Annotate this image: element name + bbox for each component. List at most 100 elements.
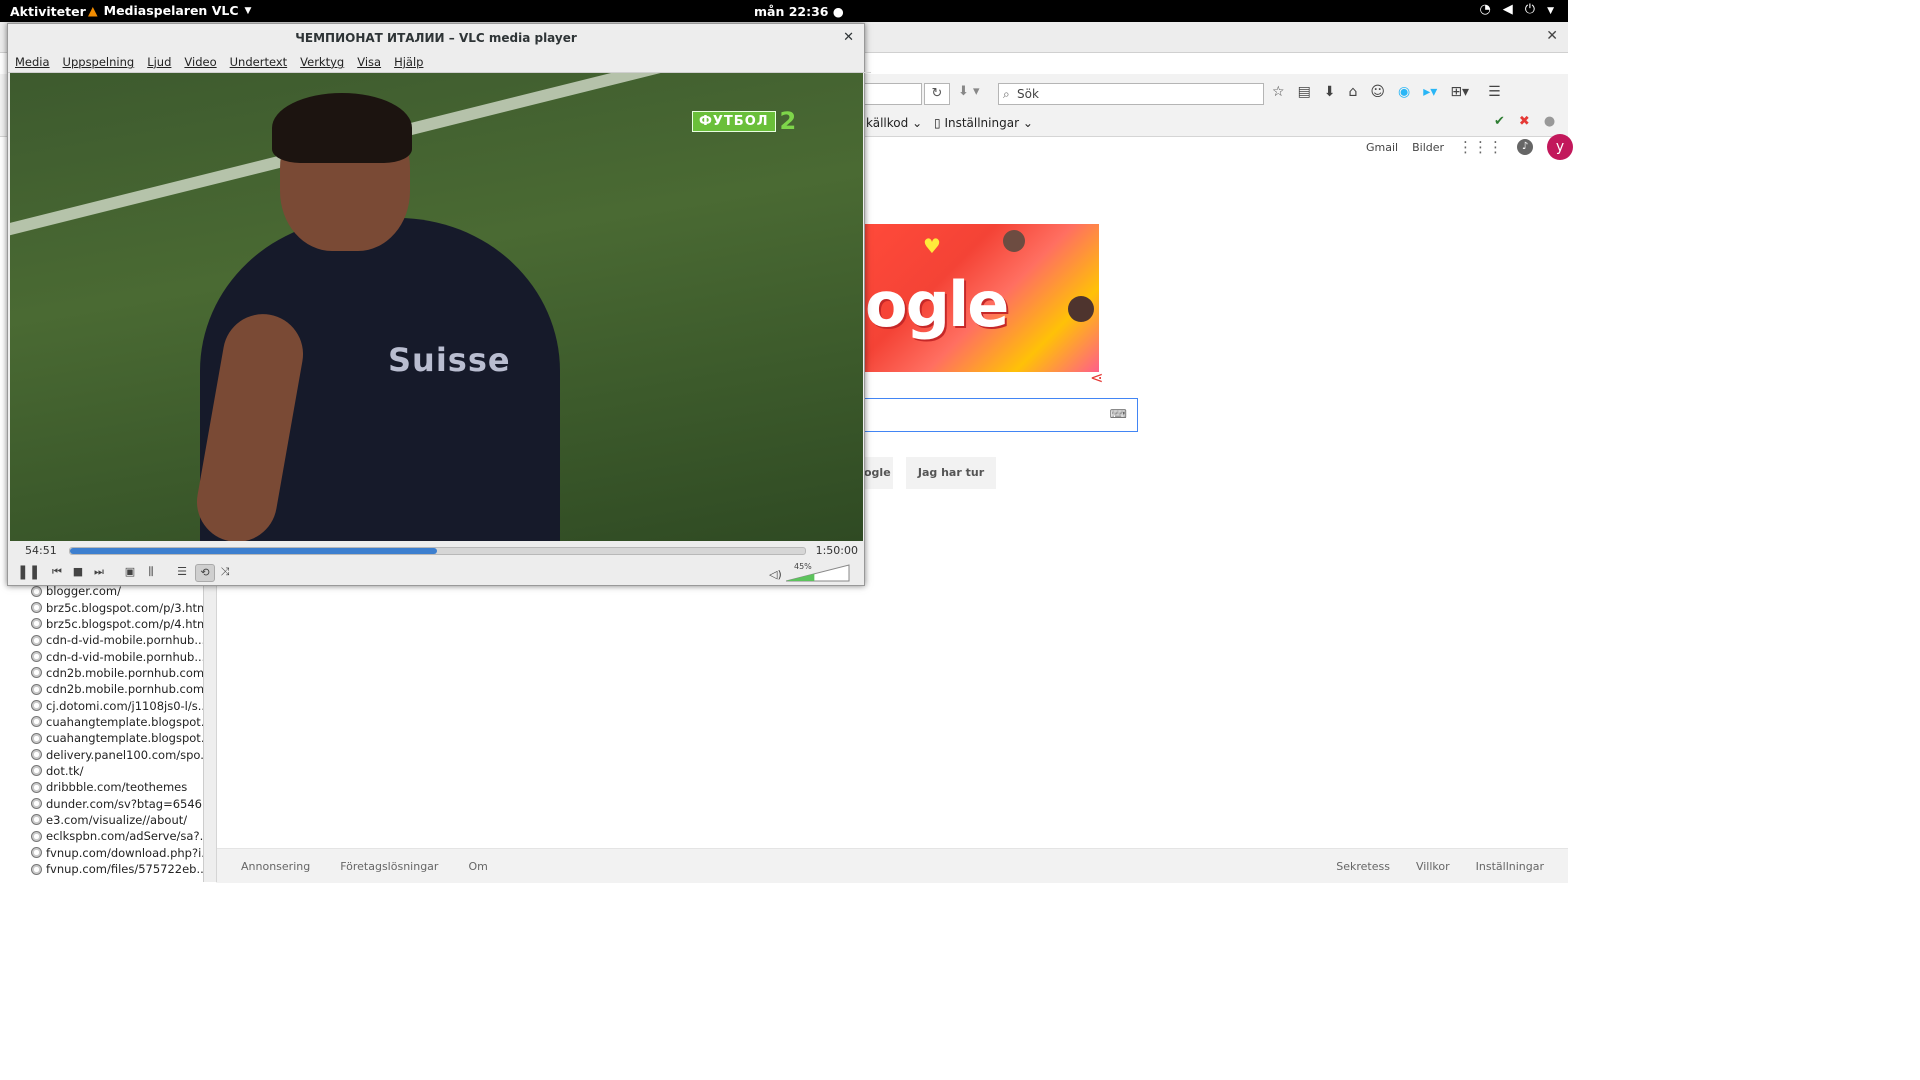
menu-subtitle[interactable]: Undertext: [230, 52, 288, 72]
history-item[interactable]: eclkspbn.com/adServe/sa?...: [31, 828, 203, 844]
elapsed-time: 54:51: [25, 544, 57, 557]
history-item[interactable]: delivery.panel100.com/spo...: [31, 746, 203, 762]
addon-icon[interactable]: ▸▾: [1423, 84, 1437, 100]
video-area[interactable]: Suisse ФУТБОЛ 2: [10, 73, 863, 541]
app-menu[interactable]: ▲ Mediaspelaren VLC ▼: [88, 3, 251, 18]
next-icon[interactable]: ⏭: [93, 564, 105, 580]
menu-media[interactable]: Media: [15, 52, 50, 72]
history-item[interactable]: dunder.com/sv?btag=6546...: [31, 795, 203, 811]
history-item[interactable]: brz5c.blogspot.com/p/3.html: [31, 599, 203, 615]
footer-link-business[interactable]: Företagslösningar: [340, 860, 438, 873]
playlist-icon[interactable]: ☰: [176, 564, 188, 580]
previous-icon[interactable]: ⏮: [51, 564, 63, 580]
chevron-down-icon: ⌄: [912, 116, 923, 130]
reload-icon[interactable]: ↻: [924, 83, 950, 105]
history-item[interactable]: cdn2b.mobile.pornhub.com...: [31, 681, 203, 697]
loop-icon[interactable]: ⟲: [195, 564, 215, 582]
footer-link-about[interactable]: Om: [468, 860, 487, 873]
keyboard-icon[interactable]: ⌨: [1110, 407, 1127, 421]
close-icon[interactable]: ✕: [843, 24, 854, 52]
apps-grid-icon[interactable]: ⋮⋮⋮: [1458, 138, 1503, 156]
history-item-label: cdn2b.mobile.pornhub.com...: [46, 682, 203, 697]
google-doodle[interactable]: ♥ ogle: [863, 224, 1099, 372]
chat-icon[interactable]: ☺: [1370, 84, 1385, 100]
history-item[interactable]: brz5c.blogspot.com/p/4.html: [31, 616, 203, 632]
images-link[interactable]: Bilder: [1412, 141, 1444, 154]
check-icon[interactable]: ✔: [1494, 114, 1505, 129]
menu-tools[interactable]: Verktyg: [300, 52, 344, 72]
bookmark-star-icon[interactable]: ☆: [1272, 84, 1285, 100]
bookmarks-menu-icon[interactable]: ▤: [1298, 84, 1311, 100]
downloads-icon[interactable]: ⬇: [1324, 84, 1336, 100]
google-search-button[interactable]: ogle: [863, 457, 893, 489]
history-item-label: dribbble.com/teothemes: [46, 780, 188, 795]
fullscreen-icon[interactable]: ▣: [124, 564, 136, 580]
history-item-label: fvnup.com/files/575722eb...: [46, 862, 203, 877]
history-item[interactable]: dot.tk/: [31, 763, 203, 779]
vlc-cone-icon: ▲: [88, 3, 98, 18]
extension-icon[interactable]: ⊞▾: [1450, 84, 1469, 100]
download-dropdown-icon[interactable]: ⬇ ▾: [958, 84, 980, 99]
globe-icon: [31, 863, 42, 875]
sync-icon[interactable]: ◉: [1398, 84, 1410, 100]
bookmark-source[interactable]: källkod ⌄: [866, 116, 922, 130]
channel-logo: ФУТБОЛ 2: [692, 109, 796, 133]
stop-icon[interactable]: ✖: [1519, 114, 1530, 129]
volume-percent: 45%: [794, 562, 812, 571]
menu-playback[interactable]: Uppspelning: [63, 52, 135, 72]
sidebar-scrollbar[interactable]: [203, 583, 216, 882]
google-search-input[interactable]: ⌨: [863, 398, 1138, 432]
history-item-label: cdn-d-vid-mobile.pornhub....: [46, 649, 203, 664]
avatar[interactable]: y: [1547, 134, 1574, 160]
search-placeholder: Sök: [1017, 87, 1039, 101]
menu-audio[interactable]: Ljud: [147, 52, 171, 72]
history-item[interactable]: cdn2b.mobile.pornhub.com...: [31, 665, 203, 681]
globe-icon: [31, 634, 42, 646]
history-item[interactable]: cuahangtemplate.blogspot....: [31, 730, 203, 746]
notifications-bell-icon[interactable]: ♪: [1517, 139, 1534, 155]
history-item[interactable]: dribbble.com/teothemes: [31, 779, 203, 795]
history-item[interactable]: cdn-d-vid-mobile.pornhub....: [31, 648, 203, 664]
history-item[interactable]: fvnup.com/download.php?i...: [31, 845, 203, 861]
jersey-sponsor-text: Suisse: [388, 341, 511, 379]
clock[interactable]: mån 22:36 ●: [754, 4, 844, 19]
url-bar[interactable]: [863, 83, 922, 105]
shuffle-icon[interactable]: ⤨: [219, 564, 231, 580]
vlc-window: ЧЕМПИОНАТ ИТАЛИИ – VLC media player ✕ Me…: [7, 23, 871, 586]
menu-help[interactable]: Hjälp: [394, 52, 423, 72]
home-icon[interactable]: ⌂: [1349, 84, 1358, 100]
history-item[interactable]: e3.com/visualize//about/: [31, 812, 203, 828]
history-item[interactable]: cuahangtemplate.blogspot....: [31, 714, 203, 730]
circle-icon[interactable]: ●: [1544, 114, 1555, 129]
speaker-icon[interactable]: ◁): [769, 568, 782, 581]
vlc-titlebar[interactable]: ЧЕМПИОНАТ ИТАЛИИ – VLC media player ✕: [8, 24, 864, 52]
stop-icon[interactable]: ■: [72, 564, 84, 580]
history-item-label: delivery.panel100.com/spo...: [46, 747, 203, 762]
channel-logo-text: ФУТБОЛ: [692, 110, 776, 132]
volume-slider[interactable]: 45%: [786, 562, 850, 582]
hamburger-menu-icon[interactable]: ☰: [1488, 84, 1501, 100]
history-item[interactable]: cj.dotomi.com/j1108js0-l/s...: [31, 697, 203, 713]
globe-icon: [31, 618, 42, 630]
footer-link-settings[interactable]: Inställningar: [1476, 860, 1544, 873]
lucky-button[interactable]: Jag har tur: [906, 457, 996, 489]
footer-link-advertising[interactable]: Annonsering: [241, 860, 310, 873]
globe-icon: [31, 700, 42, 712]
search-input[interactable]: ⌕ Sök: [998, 83, 1264, 105]
extended-settings-icon[interactable]: ⫼: [145, 564, 157, 580]
history-item-label: dunder.com/sv?btag=6546...: [46, 796, 203, 811]
seek-slider[interactable]: [69, 547, 806, 555]
bookmark-settings[interactable]: ▯ Inställningar ⌄: [934, 116, 1033, 130]
close-icon[interactable]: ✕: [1546, 28, 1558, 44]
footer-link-privacy[interactable]: Sekretess: [1336, 860, 1390, 873]
pause-icon[interactable]: ❚❚: [17, 564, 40, 580]
history-item[interactable]: fvnup.com/files/575722eb...: [31, 861, 203, 877]
system-status-area[interactable]: ◔ ◀ ⏻ ▼: [1479, 2, 1554, 20]
menu-video[interactable]: Video: [184, 52, 216, 72]
footer-link-terms[interactable]: Villkor: [1416, 860, 1450, 873]
gmail-link[interactable]: Gmail: [1366, 141, 1398, 154]
history-item[interactable]: cdn-d-vid-mobile.pornhub....: [31, 632, 203, 648]
share-icon[interactable]: ⋖: [1090, 368, 1103, 387]
menu-view[interactable]: Visa: [357, 52, 381, 72]
activities-button[interactable]: Aktiviteter: [10, 4, 86, 19]
